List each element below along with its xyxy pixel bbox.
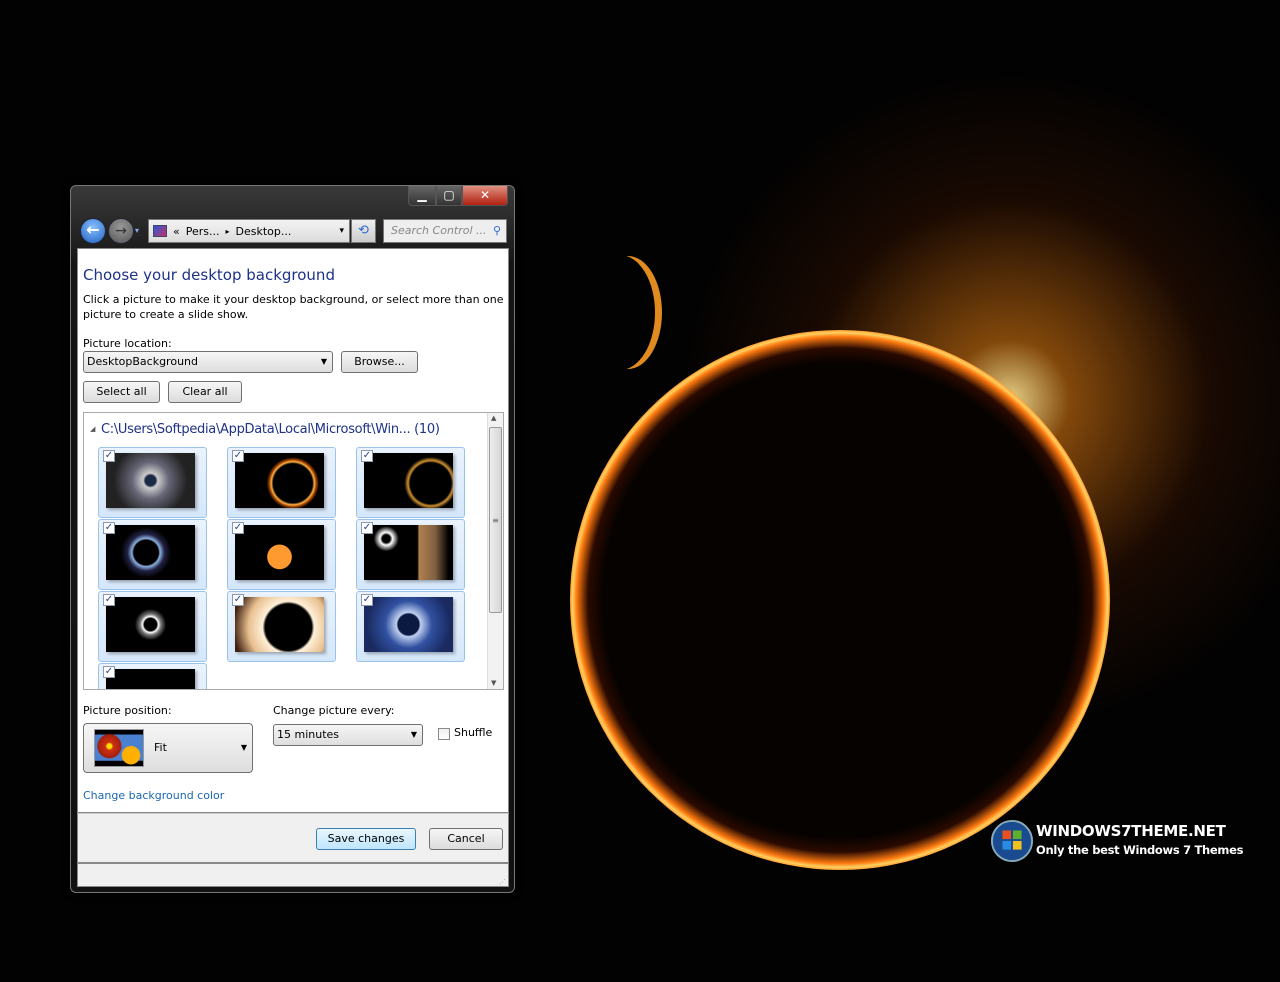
thumbnail-image	[106, 525, 195, 580]
interval-value: 15 minutes	[277, 728, 340, 741]
breadcrumb-separator[interactable]: ▸	[226, 227, 230, 236]
brand-text: WINDOWS7THEME.NET Only the best Windows …	[1036, 822, 1243, 860]
description-line-2: picture to create a slide show.	[83, 308, 249, 321]
address-bar[interactable]: « Pers... ▸ Desktop... ▾	[148, 219, 350, 243]
thumbnail-checkbox[interactable]: ✓	[361, 450, 373, 462]
thumbnail-image	[364, 453, 453, 508]
thumbnail-checkbox[interactable]: ✓	[103, 594, 115, 606]
picture-thumbnail[interactable]: ✓	[227, 591, 336, 662]
search-input[interactable]: Search Control ... ⚲	[383, 219, 507, 243]
minimize-button[interactable]: ▁	[408, 186, 436, 206]
windows7theme-logo: WINDOWS7THEME.NET Only the best Windows …	[990, 818, 1265, 864]
search-icon[interactable]: ⚲	[493, 220, 501, 242]
breadcrumb-personalization[interactable]: Pers...	[186, 225, 220, 238]
picture-location-dropdown[interactable]: DesktopBackground ▼	[83, 351, 333, 373]
picture-location-value: DesktopBackground	[87, 355, 198, 368]
resize-grip-icon[interactable]: ⋰	[499, 878, 506, 886]
search-placeholder: Search Control ...	[391, 224, 487, 237]
picture-thumbnail[interactable]: ✓	[98, 591, 207, 662]
arrow-left-icon: ←	[86, 220, 100, 239]
thumbnail-image	[364, 525, 453, 580]
thumbnail-image	[364, 597, 453, 652]
thumbnail-checkbox[interactable]: ✓	[361, 594, 373, 606]
shuffle-checkbox[interactable]	[438, 728, 450, 740]
maximize-button[interactable]: ▢	[436, 186, 462, 206]
picture-position-value: Fit	[154, 741, 167, 754]
thumbnail-checkbox[interactable]: ✓	[361, 522, 373, 534]
personalization-window: ▁ ▢ ✕ ← → ▾ « Pers... ▸ Desktop... ▾ ⟲ S…	[70, 185, 515, 893]
thumbnail-image	[106, 669, 195, 689]
change-picture-interval-dropdown[interactable]: 15 minutes ▼	[273, 724, 423, 746]
thumbnail-checkbox[interactable]: ✓	[232, 522, 244, 534]
position-preview-image	[94, 729, 144, 767]
refresh-button[interactable]: ⟲	[351, 219, 376, 243]
picture-thumbnail[interactable]: ✓	[227, 447, 336, 518]
close-button[interactable]: ✕	[462, 186, 508, 206]
picture-thumbnail[interactable]: ✓	[356, 519, 465, 590]
thumbnail-image	[235, 453, 324, 508]
shuffle-label[interactable]: Shuffle	[454, 726, 492, 739]
select-all-button[interactable]: Select all	[83, 381, 160, 403]
picture-thumbnail[interactable]: ✓	[227, 519, 336, 590]
refresh-icon: ⟲	[358, 223, 369, 238]
thumbnail-image	[106, 453, 195, 508]
save-changes-button[interactable]: Save changes	[316, 828, 416, 850]
thumbnail-image	[235, 525, 324, 580]
vertical-scrollbar[interactable]: ▲ ≡ ▼	[487, 413, 503, 689]
brand-tagline: Only the best Windows 7 Themes	[1036, 843, 1244, 857]
control-panel-icon	[153, 225, 167, 237]
content-pane: Choose your desktop background Click a p…	[77, 248, 509, 813]
change-background-color-link[interactable]: Change background color	[83, 789, 224, 802]
picture-thumbnail[interactable]: ✓	[98, 447, 207, 518]
thumbnail-image	[235, 597, 324, 652]
thumbnail-checkbox[interactable]: ✓	[103, 450, 115, 462]
description-line-1: Click a picture to make it your desktop …	[83, 293, 504, 306]
windows-logo-icon	[990, 819, 1034, 863]
scroll-up-icon[interactable]: ▲	[491, 414, 496, 422]
picture-list: ◢ C:\Users\Softpedia\AppData\Local\Micro…	[83, 412, 504, 690]
thumbnail-checkbox[interactable]: ✓	[232, 450, 244, 462]
scrollbar-thumb[interactable]: ≡	[489, 427, 502, 613]
recent-pages-dropdown[interactable]: ▾	[135, 226, 139, 235]
page-title: Choose your desktop background	[83, 266, 335, 284]
picture-thumbnail[interactable]: ✓	[98, 663, 207, 689]
forward-button[interactable]: →	[108, 218, 134, 244]
brand-name: WINDOWS7THEME.NET	[1036, 822, 1226, 840]
cancel-button[interactable]: Cancel	[429, 828, 503, 850]
breadcrumb-overflow[interactable]: «	[173, 225, 180, 238]
wallpaper-eclipse	[570, 330, 1110, 870]
breadcrumb-desktop-background[interactable]: Desktop...	[236, 225, 292, 238]
thumbnail-checkbox[interactable]: ✓	[103, 666, 115, 678]
arrow-right-icon: →	[115, 223, 127, 239]
dialog-footer: Save changes Cancel	[77, 813, 509, 863]
thumbnail-checkbox[interactable]: ✓	[103, 522, 115, 534]
scroll-down-icon[interactable]: ▼	[491, 679, 496, 687]
thumbnail-checkbox[interactable]: ✓	[232, 594, 244, 606]
picture-position-dropdown[interactable]: Fit ▼	[83, 723, 253, 773]
address-dropdown-icon[interactable]: ▾	[339, 226, 344, 236]
picture-thumbnail[interactable]: ✓	[98, 519, 207, 590]
picture-thumbnail[interactable]: ✓	[356, 447, 465, 518]
wallpaper-crescent	[585, 255, 655, 370]
chevron-down-icon: ▼	[410, 730, 417, 739]
group-header[interactable]: C:\Users\Softpedia\AppData\Local\Microso…	[101, 422, 440, 437]
thumbnail-image	[106, 597, 195, 652]
collapse-group-icon[interactable]: ◢	[90, 425, 95, 433]
picture-thumbnail[interactable]: ✓	[356, 591, 465, 662]
chevron-down-icon: ▼	[240, 743, 247, 752]
picture-position-label: Picture position:	[83, 704, 172, 717]
change-picture-label: Change picture every:	[273, 704, 395, 717]
chevron-down-icon: ▼	[320, 357, 327, 366]
clear-all-button[interactable]: Clear all	[168, 381, 242, 403]
picture-location-label: Picture location:	[83, 337, 172, 350]
back-button[interactable]: ←	[80, 218, 106, 244]
status-bar: ⋰	[77, 863, 509, 887]
browse-button[interactable]: Browse...	[341, 351, 418, 373]
